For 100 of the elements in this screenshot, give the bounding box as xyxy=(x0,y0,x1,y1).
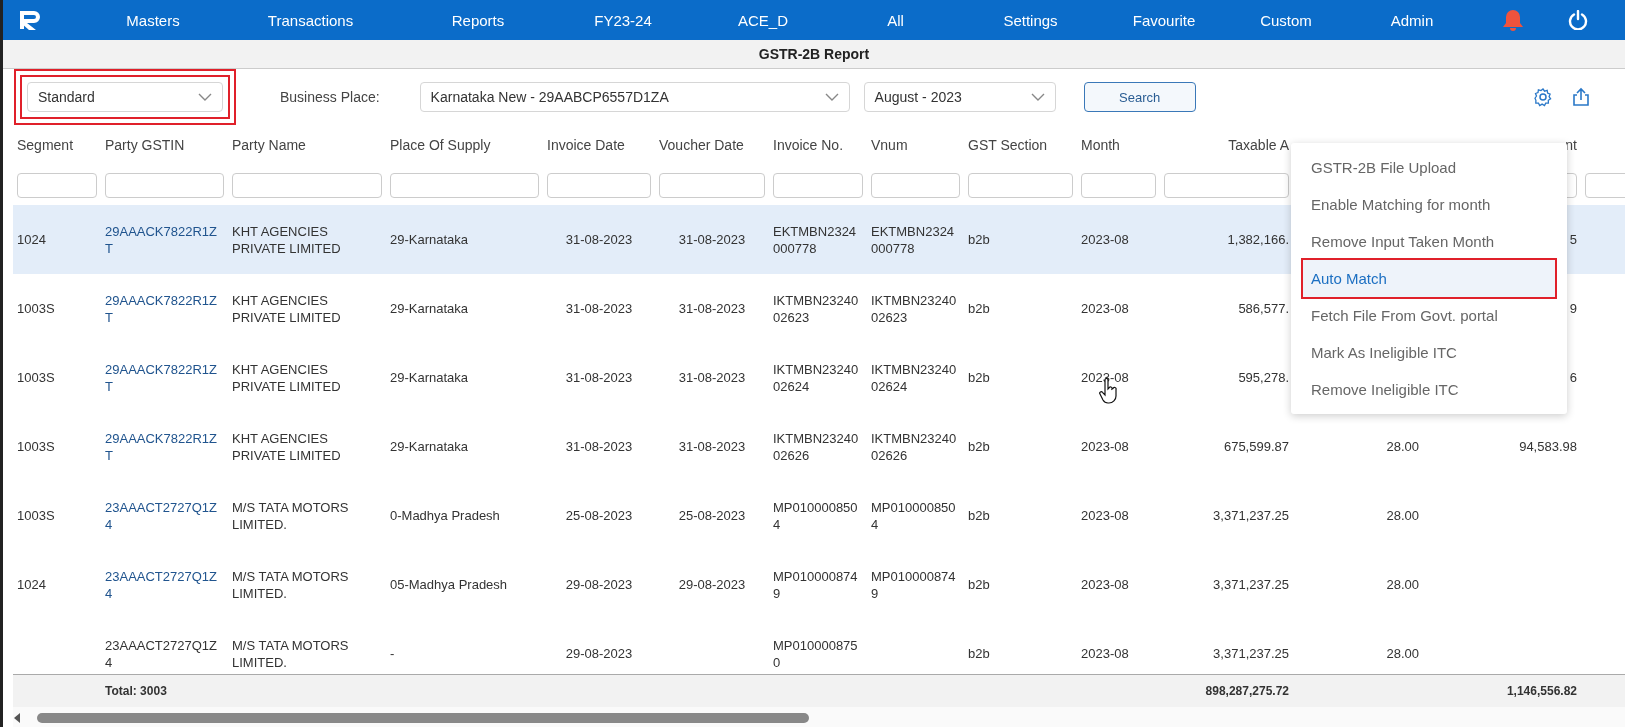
nav-menu-item[interactable]: Reports xyxy=(398,11,558,29)
gstin-link[interactable]: 23AAACT2727Q1Z4 xyxy=(105,498,224,533)
table-cell: 2023-08 xyxy=(1081,576,1129,593)
view-dropdown[interactable]: Standard xyxy=(27,82,223,112)
table-cell: 2023-08 xyxy=(1081,369,1129,386)
table-cell: b2b xyxy=(968,231,990,248)
table-cell: 1003S xyxy=(17,438,55,455)
table-cell: b2b xyxy=(968,645,990,662)
nav-menu-item[interactable]: Transactions xyxy=(223,11,398,29)
table-cell: 0-Madhya Pradesh xyxy=(390,507,500,524)
table-cell: 1024 xyxy=(17,576,46,593)
table-cell: 2023-08 xyxy=(1081,645,1129,662)
column-header: Invoice Date xyxy=(547,137,625,153)
footer-total: 1,146,556.82 xyxy=(1505,684,1578,698)
table-cell: 2023-08 xyxy=(1081,300,1129,317)
table-cell: 28.00 xyxy=(1386,507,1419,524)
table-cell: 28.00 xyxy=(1386,576,1419,593)
page-title: GSTR-2B Report xyxy=(758,46,870,62)
table-cell-text: KHT AGENCIES PRIVATE LIMITED xyxy=(232,222,342,257)
menu-item[interactable]: Remove Ineligible ITC xyxy=(1303,371,1555,408)
table-cell: 25-08-2023 xyxy=(565,507,633,524)
column-header: Taxable A xyxy=(1228,137,1289,153)
nav-menu-item[interactable]: Custom xyxy=(1220,11,1352,29)
table-cell-text: IKTMBN2324002624 xyxy=(871,360,958,395)
table-cell: 31-08-2023 xyxy=(678,231,746,248)
table-cell-text: IKTMBN2324002623 xyxy=(871,291,958,326)
gstin-link[interactable]: 29AAACK7822R1ZT xyxy=(105,291,224,326)
table-cell-text: KHT AGENCIES PRIVATE LIMITED xyxy=(232,360,342,395)
table-cell: 3,371,237.25 xyxy=(1213,645,1289,662)
table-cell-text: MP0100008504 xyxy=(871,498,957,533)
table-cell: 31-08-2023 xyxy=(565,369,633,386)
footer-total: Total: 3003 xyxy=(104,684,168,698)
table-cell: b2b xyxy=(968,438,990,455)
menu-item[interactable]: Enable Matching for month xyxy=(1303,186,1555,223)
table-cell-text: MP0100008750 xyxy=(773,636,859,671)
table-cell: 29-Karnataka xyxy=(390,369,469,386)
menu-item[interactable]: Auto Match xyxy=(1303,260,1555,297)
table-cell-text: KHT AGENCIES PRIVATE LIMITED xyxy=(232,291,342,326)
gstin-link[interactable]: 29AAACK7822R1ZT xyxy=(105,222,224,257)
nav-menu-item[interactable]: Admin xyxy=(1352,11,1472,29)
nav-menu-item[interactable]: Masters xyxy=(83,11,223,29)
menu-item[interactable]: Remove Input Taken Month xyxy=(1303,223,1555,260)
column-header: Month xyxy=(1081,137,1120,153)
table-cell-text: EKTMBN2324000778 xyxy=(871,222,956,257)
nav-menu-item[interactable]: FY23-24 xyxy=(558,11,688,29)
table-cell: 595,278. xyxy=(1238,369,1289,386)
table-cell-text: MP0100008749 xyxy=(871,567,957,602)
table-cell-text: KHT AGENCIES PRIVATE LIMITED xyxy=(232,429,342,464)
menu-item[interactable]: Mark As Ineligible ITC xyxy=(1303,334,1555,371)
gstin-link[interactable]: 23AAACT2727Q1Z4 xyxy=(105,567,224,602)
table-cell: 5 xyxy=(1569,231,1577,248)
period-dropdown[interactable]: August - 2023 xyxy=(863,82,1056,112)
table-cell-text: IKTMBN2324002626 xyxy=(871,429,958,464)
table-cell: 29-Karnataka xyxy=(390,231,469,248)
menu-item[interactable]: GSTR-2B File Upload xyxy=(1303,149,1555,186)
table-cell: 3,371,237.25 xyxy=(1213,576,1289,593)
table-cell: 31-08-2023 xyxy=(565,231,633,248)
table-cell: 94,583.98 xyxy=(1519,438,1577,455)
table-cell: 31-08-2023 xyxy=(565,438,633,455)
business-place-dropdown[interactable]: Karnataka New - 29AABCP6557D1ZA xyxy=(419,82,850,112)
table-cell: 586,577. xyxy=(1238,300,1289,317)
table-cell: 31-08-2023 xyxy=(565,300,633,317)
column-header: Vnum xyxy=(871,137,908,153)
table-cell-text: 23AAACT2727Q1Z4 xyxy=(105,636,218,671)
table-cell-text: M/S TATA MOTORS LIMITED. xyxy=(232,567,350,602)
table-cell-text: M/S TATA MOTORS LIMITED. xyxy=(232,498,350,533)
column-header: Segment xyxy=(17,137,74,153)
table-cell: 2023-08 xyxy=(1081,231,1129,248)
gstin-link[interactable]: 29AAACK7822R1ZT xyxy=(105,360,224,395)
table-cell: b2b xyxy=(968,507,990,524)
menu-item[interactable]: Fetch File From Govt. portal xyxy=(1303,297,1555,334)
table-cell: 29-Karnataka xyxy=(390,438,469,455)
table-cell: b2b xyxy=(968,369,990,386)
column-header: Party GSTIN xyxy=(105,137,185,153)
table-cell-text: MP0100008504 xyxy=(773,498,859,533)
table-cell: 675,599.87 xyxy=(1223,438,1289,455)
table-cell: 29-08-2023 xyxy=(678,576,746,593)
table-cell: 29-Karnataka xyxy=(390,300,469,317)
table-cell: 1024 xyxy=(17,231,46,248)
table-cell: - xyxy=(390,645,395,662)
business-place-label: Business Place: xyxy=(280,89,380,105)
table-cell: 1003S xyxy=(17,300,55,317)
nav-menu-item[interactable]: Settings xyxy=(953,11,1108,29)
search-button[interactable]: Search xyxy=(1083,82,1196,112)
nav-menu-item[interactable]: All xyxy=(838,11,953,29)
table-cell: 29-08-2023 xyxy=(565,645,633,662)
table-cell: 25-08-2023 xyxy=(678,507,746,524)
nav-menu-item[interactable]: ACE_D xyxy=(688,11,838,29)
gstin-link[interactable]: 29AAACK7822R1ZT xyxy=(105,429,224,464)
column-header: Voucher Date xyxy=(659,137,744,153)
footer-total: 898,287,275.72 xyxy=(1204,684,1290,698)
table-cell: 31-08-2023 xyxy=(678,438,746,455)
table-cell: 2023-08 xyxy=(1081,438,1129,455)
table-cell: 28.00 xyxy=(1386,438,1419,455)
table-cell-text: EKTMBN2324000778 xyxy=(773,222,858,257)
table-cell: 6 xyxy=(1569,369,1577,386)
column-header: GST Section xyxy=(968,137,1048,153)
table-cell: 9 xyxy=(1569,300,1577,317)
table-cell-text: IKTMBN2324002626 xyxy=(773,429,860,464)
nav-menu-item[interactable]: Favourite xyxy=(1108,11,1220,29)
